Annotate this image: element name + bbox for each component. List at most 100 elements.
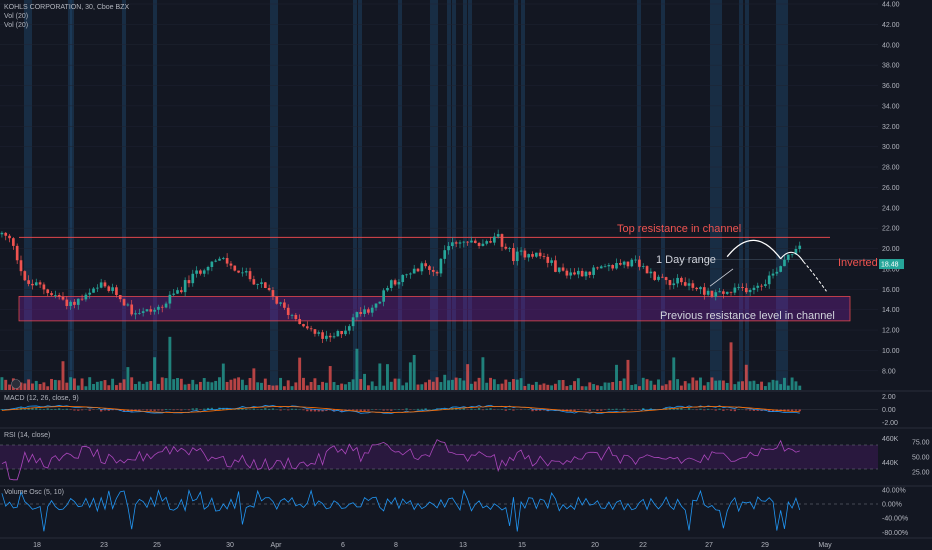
candle-body-186 bbox=[710, 290, 714, 297]
volume-bar-192 bbox=[733, 384, 737, 390]
candle-body-67 bbox=[256, 283, 260, 285]
candle-body-164 bbox=[626, 261, 630, 267]
candle-body-187 bbox=[714, 292, 718, 297]
candle-body-43 bbox=[164, 303, 168, 308]
candle-body-40 bbox=[153, 309, 156, 312]
macd-hist-27 bbox=[103, 409, 107, 411]
candle-body-77 bbox=[294, 314, 298, 320]
candle-body-15 bbox=[57, 295, 61, 297]
candle-body-85 bbox=[325, 335, 328, 339]
macd-hist-191 bbox=[729, 409, 733, 411]
candle-body-133 bbox=[508, 248, 511, 249]
macd-tick-0: 2.00 bbox=[882, 394, 896, 401]
x-tick-13: May bbox=[818, 542, 832, 549]
candle-body-195 bbox=[744, 287, 748, 293]
candle-body-76 bbox=[290, 314, 294, 316]
volume-bar-15 bbox=[57, 380, 61, 390]
candle-body-158 bbox=[603, 266, 607, 268]
session-column-4 bbox=[122, 0, 126, 390]
candle-body-16 bbox=[61, 296, 65, 300]
macd-hist-125 bbox=[477, 408, 481, 410]
candle-body-120 bbox=[458, 242, 462, 244]
macd-hist-45 bbox=[172, 409, 175, 411]
macd-hist-160 bbox=[611, 408, 614, 410]
x-tick-12: 29 bbox=[761, 542, 769, 549]
candle-body-184 bbox=[702, 287, 706, 295]
candle-body-176 bbox=[672, 283, 676, 286]
volume-bar-187 bbox=[714, 380, 718, 390]
session-column-20 bbox=[661, 0, 665, 390]
volume-bar-86 bbox=[328, 366, 332, 390]
candle-body-93 bbox=[355, 312, 359, 318]
volume-bar-70 bbox=[267, 384, 271, 390]
volume-bar-123 bbox=[469, 383, 473, 390]
candle-body-74 bbox=[283, 302, 286, 308]
candle-body-32 bbox=[122, 299, 126, 306]
candle-body-88 bbox=[336, 331, 340, 337]
macd-hist-133 bbox=[508, 408, 511, 410]
candle-body-5 bbox=[19, 260, 23, 272]
macd-hist-75 bbox=[287, 409, 290, 411]
volume-label-1: Vol (20) bbox=[4, 13, 29, 20]
volume-bar-100 bbox=[382, 385, 386, 390]
volume-bar-184 bbox=[702, 385, 706, 390]
volume-bar-152 bbox=[580, 386, 584, 390]
volume-bar-14 bbox=[53, 379, 57, 390]
session-column-8 bbox=[353, 0, 357, 390]
volume-bar-73 bbox=[279, 377, 283, 390]
volume-bar-27 bbox=[103, 380, 107, 390]
volume-bar-65 bbox=[248, 378, 252, 390]
macd-hist-134 bbox=[512, 409, 515, 411]
volume-bar-169 bbox=[645, 379, 649, 390]
macd-hist-165 bbox=[630, 409, 633, 411]
volume-bar-209 bbox=[798, 385, 802, 390]
session-column-3 bbox=[70, 0, 74, 390]
macd-hist-40 bbox=[153, 409, 156, 411]
volume-bar-135 bbox=[515, 379, 519, 390]
volume-bar-173 bbox=[660, 385, 664, 390]
chart-legend: KOHLS CORPORATION, 30, Cboe BZX Vol (20)… bbox=[4, 3, 129, 30]
price-tick-7: 30.00 bbox=[882, 144, 900, 151]
candle-body-100 bbox=[382, 290, 385, 302]
volume-bar-127 bbox=[485, 382, 489, 390]
candle-body-121 bbox=[462, 241, 466, 243]
volume-bar-128 bbox=[489, 377, 492, 390]
session-column-22 bbox=[714, 0, 718, 390]
session-column-14 bbox=[452, 0, 456, 390]
volume-bar-183 bbox=[699, 377, 702, 390]
x-tick-7: 13 bbox=[459, 542, 467, 549]
macd-hist-101 bbox=[386, 409, 389, 411]
candle-body-9 bbox=[34, 282, 38, 286]
candle-body-66 bbox=[252, 279, 256, 285]
candle-body-155 bbox=[592, 267, 595, 275]
candle-body-94 bbox=[359, 312, 363, 314]
macd-hist-70 bbox=[267, 408, 271, 410]
candle-body-191 bbox=[729, 291, 733, 293]
volosc-tick-1: 0.00% bbox=[882, 502, 902, 509]
volume-bar-64 bbox=[244, 385, 248, 390]
candle-body-48 bbox=[183, 280, 187, 293]
candle-body-205 bbox=[783, 259, 786, 267]
macd-hist-120 bbox=[458, 408, 462, 410]
candle-body-22 bbox=[84, 294, 88, 300]
volume-bar-66 bbox=[252, 368, 256, 390]
volume-bar-158 bbox=[603, 382, 607, 390]
candle-body-113 bbox=[431, 269, 435, 272]
candle-body-110 bbox=[420, 263, 424, 272]
macd-hist-159 bbox=[607, 408, 611, 410]
price-tick-15: 14.00 bbox=[882, 307, 900, 314]
volume-bar-161 bbox=[615, 364, 618, 390]
candle-body-83 bbox=[317, 332, 321, 334]
candle-body-143 bbox=[546, 256, 550, 263]
macd-hist-17 bbox=[65, 408, 68, 410]
candle-body-105 bbox=[401, 274, 405, 283]
volume-bar-117 bbox=[447, 380, 450, 390]
volume-bar-104 bbox=[397, 378, 401, 390]
candle-body-141 bbox=[538, 252, 542, 257]
macd-hist-98 bbox=[374, 409, 378, 411]
volume-bar-85 bbox=[324, 382, 328, 390]
volume-bar-33 bbox=[126, 367, 130, 390]
volume-bar-114 bbox=[435, 377, 439, 390]
candle-body-19 bbox=[73, 301, 76, 305]
volume-bar-144 bbox=[550, 385, 554, 390]
